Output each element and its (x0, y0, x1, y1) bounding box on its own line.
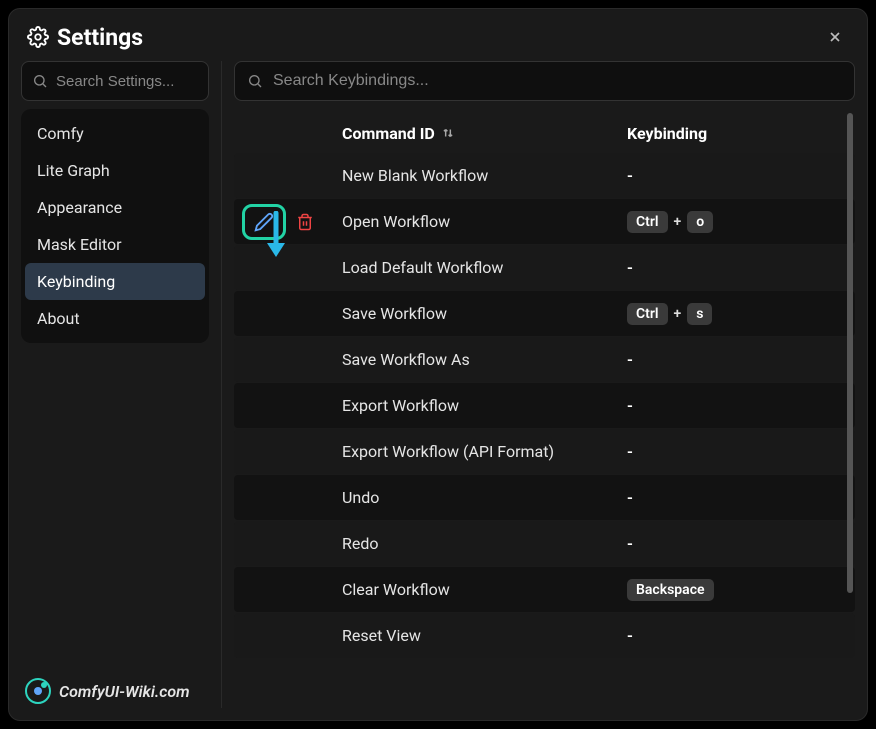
edit-keybinding-button[interactable] (242, 204, 286, 240)
row-actions (242, 204, 342, 240)
keybinding-cell: - (627, 626, 847, 645)
unset-indicator: - (627, 442, 633, 461)
search-keybindings-input[interactable] (273, 72, 842, 90)
page-title: Settings (57, 24, 143, 51)
body: ComfyLite GraphAppearanceMask EditorKeyb… (9, 61, 867, 720)
kbd-key: s (687, 303, 712, 325)
command-label: Open Workflow (342, 212, 627, 231)
keybinding-cell: - (627, 396, 847, 415)
search-settings[interactable] (21, 61, 209, 101)
plus-separator: + (674, 306, 682, 322)
table-header: Command ID Keybinding (234, 113, 855, 153)
table-row[interactable]: Undo- (234, 475, 855, 520)
command-label: Save Workflow As (342, 350, 627, 369)
sidebar-nav: ComfyLite GraphAppearanceMask EditorKeyb… (21, 109, 209, 343)
keybinding-cell: Backspace (627, 579, 847, 601)
table-row[interactable]: Load Default Workflow- (234, 245, 855, 290)
unset-indicator: - (627, 626, 633, 645)
settings-window: Settings ComfyLite GraphAppearanceMask E… (8, 8, 868, 721)
table-row[interactable]: Save WorkflowCtrl + s (234, 291, 855, 336)
titlebar: Settings (9, 9, 867, 61)
command-label: Clear Workflow (342, 580, 627, 599)
table-row[interactable]: Save Workflow As- (234, 337, 855, 382)
sidebar: ComfyLite GraphAppearanceMask EditorKeyb… (21, 61, 209, 708)
main-panel: Command ID Keybinding New Blank Workflow… (221, 61, 855, 708)
table-body: New Blank Workflow-Open WorkflowCtrl+oLo… (234, 153, 855, 708)
sort-icon (441, 126, 455, 140)
brand-label: ComfyUI-Wiki.com (59, 682, 190, 701)
command-label: Load Default Workflow (342, 258, 627, 277)
gear-icon (27, 26, 49, 48)
keybinding-cell: - (627, 488, 847, 507)
unset-indicator: - (627, 488, 633, 507)
table-row[interactable]: Export Workflow- (234, 383, 855, 428)
command-label: Reset View (342, 626, 627, 645)
delete-keybinding-button[interactable] (294, 211, 316, 233)
scrollbar[interactable] (847, 113, 853, 603)
search-keybindings[interactable] (234, 61, 855, 101)
col-keybinding-header[interactable]: Keybinding (627, 124, 847, 143)
table-row[interactable]: Redo- (234, 521, 855, 566)
command-label: Export Workflow (API Format) (342, 442, 627, 461)
sidebar-item-appearance[interactable]: Appearance (25, 189, 205, 226)
table-row[interactable]: New Blank Workflow- (234, 153, 855, 198)
command-header-label: Command ID (342, 124, 435, 143)
sidebar-item-comfy[interactable]: Comfy (25, 115, 205, 152)
kbd-key: Ctrl (627, 303, 668, 325)
plus-separator: + (674, 214, 682, 230)
unset-indicator: - (627, 258, 633, 277)
unset-indicator: - (627, 534, 633, 553)
keybinding-cell: - (627, 258, 847, 277)
command-label: Undo (342, 488, 627, 507)
unset-indicator: - (627, 350, 633, 369)
kbd-key: Ctrl (627, 211, 668, 233)
keybinding-cell: - (627, 534, 847, 553)
sidebar-item-about[interactable]: About (25, 300, 205, 337)
table-row[interactable]: Open WorkflowCtrl + o (234, 199, 855, 244)
footer-brand: ComfyUI-Wiki.com (25, 678, 190, 704)
command-label: New Blank Workflow (342, 166, 627, 185)
sidebar-item-keybinding[interactable]: Keybinding (25, 263, 205, 300)
keybinding-table: Command ID Keybinding New Blank Workflow… (234, 113, 855, 708)
brand-icon (25, 678, 51, 704)
command-label: Save Workflow (342, 304, 627, 323)
keybinding-cell: - (627, 442, 847, 461)
unset-indicator: - (627, 166, 633, 185)
kbd-key: Backspace (627, 579, 714, 601)
keybinding-cell: Ctrl + o (627, 211, 847, 233)
keybinding-cell: Ctrl + s (627, 303, 847, 325)
scrollbar-thumb[interactable] (847, 113, 853, 593)
search-icon (32, 73, 48, 89)
close-button[interactable] (821, 23, 849, 51)
titlebar-left: Settings (27, 24, 143, 51)
table-row[interactable]: Export Workflow (API Format)- (234, 429, 855, 474)
command-label: Redo (342, 534, 627, 553)
sidebar-item-lite-graph[interactable]: Lite Graph (25, 152, 205, 189)
table-row[interactable]: Reset View- (234, 613, 855, 658)
table-row[interactable]: Clear WorkflowBackspace (234, 567, 855, 612)
search-settings-input[interactable] (56, 73, 198, 90)
sidebar-item-mask-editor[interactable]: Mask Editor (25, 226, 205, 263)
keybinding-header-label: Keybinding (627, 124, 707, 143)
unset-indicator: - (627, 396, 633, 415)
search-icon (247, 73, 263, 89)
kbd-key: o (687, 211, 713, 233)
keybinding-cell: - (627, 350, 847, 369)
command-label: Export Workflow (342, 396, 627, 415)
keybinding-cell: - (627, 166, 847, 185)
col-command-header[interactable]: Command ID (342, 124, 627, 143)
